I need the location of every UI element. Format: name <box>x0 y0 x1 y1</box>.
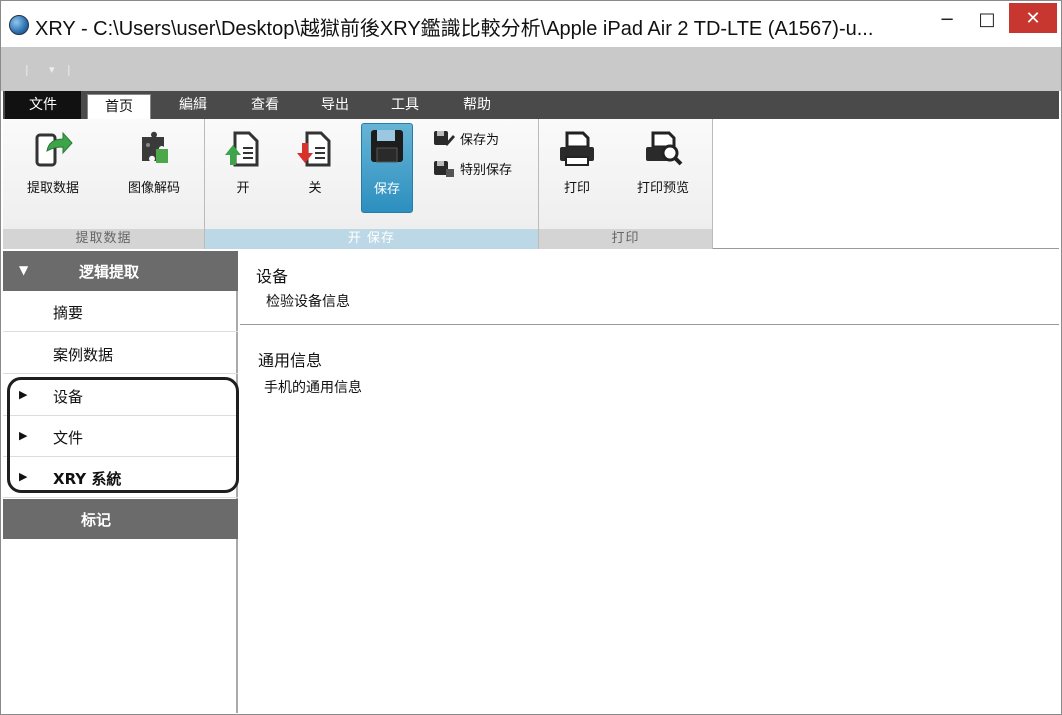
print-label: 打印 <box>563 181 590 196</box>
nav-item-label: 案例数据 <box>53 346 114 364</box>
open-button[interactable]: 开 <box>215 125 271 205</box>
nav-item-label: XRY 系統 <box>53 470 122 488</box>
grip-icon: | <box>25 63 29 76</box>
ribbon-group-label: 开 保存 <box>205 229 538 249</box>
customize-dropdown-icon[interactable]: ▾ <box>49 63 59 77</box>
divider <box>240 324 1059 325</box>
tab-file[interactable]: 文件 <box>5 91 81 119</box>
content-pane: 设备 检验设备信息 通用信息 手机的通用信息 <box>240 251 1059 713</box>
open-label: 开 <box>236 181 250 196</box>
save-as-label: 保存为 <box>460 133 500 148</box>
bookmark-header[interactable]: 标记 <box>3 499 238 539</box>
close-case-button[interactable]: 关 <box>287 125 343 205</box>
navigation-panel: ▼ 逻辑提取 摘要 案例数据 ▶ 设备 ▶ 文件 ▶ XRY 系統 标记 <box>3 251 238 713</box>
tab-view[interactable]: 查看 <box>235 91 295 119</box>
nav-item-summary[interactable]: 摘要 <box>3 291 238 332</box>
extract-data-label: 提取数据 <box>26 181 79 196</box>
nav-item-case-data[interactable]: 案例数据 <box>3 333 238 374</box>
close-label: 关 <box>308 181 322 196</box>
section-title-device: 设备 <box>256 267 289 286</box>
expand-arrow-icon: ▶ <box>19 470 28 483</box>
bookmark-label: 标记 <box>81 511 112 529</box>
special-save-label: 特别保存 <box>460 163 513 178</box>
nav-item-xry-system[interactable]: ▶ XRY 系統 <box>3 457 238 498</box>
quick-access-toolbar: | ▾ | <box>1 47 1061 91</box>
tab-help[interactable]: 帮助 <box>447 91 507 119</box>
nav-item-device[interactable]: ▶ 设备 <box>3 375 238 416</box>
menu-bar: 文件 首页 編緝 查看 导出 工具 帮助 <box>3 91 1059 119</box>
tab-export[interactable]: 导出 <box>305 91 365 119</box>
image-decode-button[interactable]: 图像解码 <box>111 125 197 205</box>
save-as-icon <box>434 130 455 146</box>
header-label: 逻辑提取 <box>79 263 140 281</box>
tab-home[interactable]: 首页 <box>87 94 151 119</box>
floppy-disk-icon <box>371 130 403 163</box>
tab-edit[interactable]: 編緝 <box>163 91 223 119</box>
special-save-icon <box>434 160 454 177</box>
window-title: XRY - C:\Users\user\Desktop\越獄前後XRY鑑識比較分… <box>35 18 874 40</box>
grip-icon: | <box>67 63 71 76</box>
ribbon: 提取数据 图像解码 提取数据 开 关 保存 保存为 特别保存 开 保存 打印 打… <box>3 119 1059 249</box>
title-bar: XRY - C:\Users\user\Desktop\越獄前後XRY鑑識比較分… <box>1 1 1061 47</box>
section-subtitle-general: 手机的通用信息 <box>264 380 362 396</box>
app-window: XRY - C:\Users\user\Desktop\越獄前後XRY鑑識比較分… <box>0 0 1062 715</box>
maximize-button[interactable]: □ <box>971 3 1003 35</box>
section-subtitle-device: 检验设备信息 <box>266 294 350 310</box>
globe-icon <box>9 15 29 35</box>
ribbon-group-label: 打印 <box>539 229 712 249</box>
save-label: 保存 <box>373 182 400 197</box>
ribbon-group-extract: 提取数据 图像解码 提取数据 <box>3 119 205 249</box>
nav-item-label: 摘要 <box>53 304 84 322</box>
expand-arrow-icon: ▶ <box>19 388 28 401</box>
expand-arrow-icon: ▶ <box>19 429 28 442</box>
nav-item-label: 设备 <box>53 388 84 406</box>
image-decode-label: 图像解码 <box>127 181 180 196</box>
ribbon-group-print: 打印 打印预览 打印 <box>539 119 713 249</box>
open-document-icon <box>225 131 259 167</box>
puzzle-icon <box>142 131 168 163</box>
print-preview-label: 打印预览 <box>636 181 689 196</box>
extract-data-button[interactable]: 提取数据 <box>13 125 93 205</box>
print-button[interactable]: 打印 <box>549 125 605 205</box>
save-as-button[interactable]: 保存为 <box>433 129 499 148</box>
tab-tools[interactable]: 工具 <box>375 91 435 119</box>
section-title-general: 通用信息 <box>258 351 323 370</box>
logical-extraction-header[interactable]: ▼ 逻辑提取 <box>3 251 238 291</box>
printer-icon <box>560 131 594 166</box>
save-button[interactable]: 保存 <box>361 123 413 213</box>
print-preview-icon <box>646 131 683 166</box>
nav-item-label: 文件 <box>53 429 84 447</box>
print-preview-button[interactable]: 打印预览 <box>623 125 703 205</box>
extract-phone-icon <box>35 131 73 167</box>
minimize-button[interactable]: − <box>931 3 963 35</box>
ribbon-group-label: 提取数据 <box>3 229 204 249</box>
special-save-button[interactable]: 特别保存 <box>433 159 512 178</box>
close-button[interactable]: ✕ <box>1009 3 1057 33</box>
ribbon-group-open-save: 开 关 保存 保存为 特别保存 开 保存 <box>205 119 539 249</box>
nav-item-files[interactable]: ▶ 文件 <box>3 416 238 457</box>
close-document-icon <box>297 131 331 167</box>
collapse-arrow-icon: ▼ <box>19 263 29 277</box>
